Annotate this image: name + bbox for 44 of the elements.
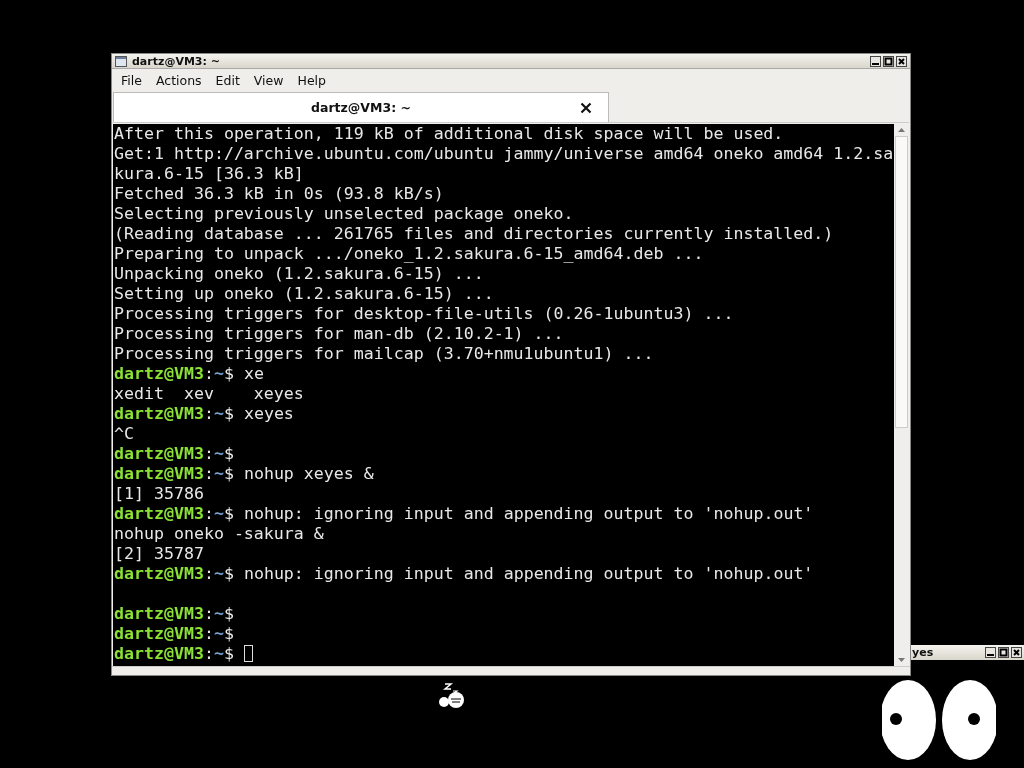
terminal-line: Unpacking oneko (1.2.sakura.6-15) ...	[114, 264, 485, 284]
terminal-line: Get:1 http://archive.ubuntu.com/ubuntu jammy/universe amd64 oneko amd64 1.2.sa	[114, 144, 894, 164]
terminal-line: Preparing to unpack .../oneko_1.2.sakura.6-15_amd64.deb ...	[114, 244, 705, 264]
terminal-line: nohup oneko -sakura &	[114, 524, 325, 544]
close-icon[interactable]	[580, 102, 592, 114]
menu-item[interactable]: Help	[290, 72, 333, 88]
maximize-icon[interactable]	[883, 55, 894, 67]
minimize-icon[interactable]	[870, 55, 881, 67]
terminal-line: Fetched 36.3 kB in 0s (93.8 kB/s)	[114, 184, 445, 204]
terminal-line: After this operation, 119 kB of additional disk space will be used.	[114, 124, 785, 144]
prompt-line: dartz@VM3:~$	[114, 624, 235, 644]
window-icon	[115, 55, 127, 67]
close-icon[interactable]	[896, 55, 907, 67]
terminal-line: ^C	[114, 424, 135, 444]
terminal-line: xedit xev xeyes	[114, 384, 305, 404]
prompt-line: dartz@VM3:~$ nohup xeyes &	[114, 464, 375, 484]
terminal-tab[interactable]: dartz@VM3: ~	[113, 92, 609, 122]
prompt-line: dartz@VM3:~$ xe	[114, 364, 265, 384]
terminal-line: (Reading database ... 261765 files and directories currently installed.)	[114, 224, 835, 244]
prompt-line: dartz@VM3:~$ xeyes	[114, 404, 295, 424]
maximize-icon[interactable]	[998, 647, 1009, 658]
vertical-scrollbar[interactable]	[894, 124, 909, 666]
prompt-line: dartz@VM3:~$	[114, 604, 235, 624]
terminal-line: kura.6-15 [36.3 kB]	[114, 164, 305, 184]
terminal-line: Processing triggers for man-db (2.10.2-1) ...	[114, 324, 565, 344]
window-title: dartz@VM3: ~	[132, 54, 220, 68]
prompt-line: dartz@VM3:~$ nohup: ignoring input and appending output to 'nohup.out'	[114, 564, 815, 584]
terminal-line: [2] 35787	[114, 544, 205, 564]
scroll-thumb[interactable]	[895, 136, 908, 428]
terminal-line: Processing triggers for mailcap (3.70+nmu1ubuntu1) ...	[114, 344, 655, 364]
terminal-line: Processing triggers for desktop-file-utils (0.26-1ubuntu3) ...	[114, 304, 735, 324]
prompt-line: dartz@VM3:~$	[114, 444, 235, 464]
terminal-line: Selecting previously unselected package oneko.	[114, 204, 575, 224]
menu-item[interactable]: Edit	[208, 72, 247, 88]
terminal-line: [1] 35786	[114, 484, 205, 504]
menu-item[interactable]: View	[246, 72, 291, 88]
terminal-line: Setting up oneko (1.2.sakura.6-15) ...	[114, 284, 495, 304]
menu-item[interactable]: Actions	[148, 72, 209, 88]
close-icon[interactable]	[1011, 647, 1022, 658]
prompt-line: dartz@VM3:~$	[114, 644, 894, 664]
menu-item[interactable]: File	[114, 72, 149, 88]
minimize-icon[interactable]	[985, 647, 996, 658]
prompt-line: dartz@VM3:~$ nohup: ignoring input and appending output to 'nohup.out'	[114, 504, 815, 524]
window-title: yes	[912, 646, 934, 659]
